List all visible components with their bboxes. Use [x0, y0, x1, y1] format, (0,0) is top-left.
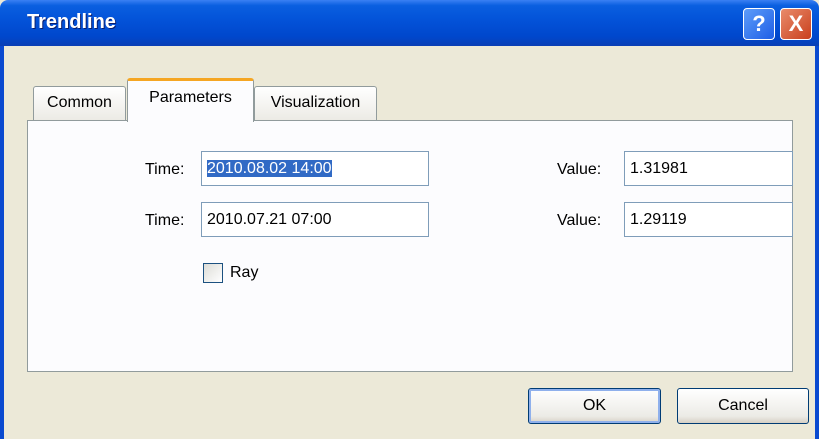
value-field-2[interactable]: 1.29119 [624, 202, 793, 237]
window-border-right [815, 46, 819, 439]
tab-visualization[interactable]: Visualization [254, 86, 377, 120]
help-button[interactable]: ? [743, 8, 775, 40]
ok-button[interactable]: OK [528, 388, 661, 424]
ray-checkbox[interactable] [203, 263, 223, 283]
time-field-1-value: 2010.08.02 14:00 [207, 160, 332, 177]
value-field-1[interactable]: 1.31981 [624, 151, 793, 186]
time-label-1: Time: [145, 161, 185, 178]
title-bar: Trendline ? X [0, 0, 819, 46]
cancel-button[interactable]: Cancel [677, 388, 809, 424]
ray-label: Ray [230, 264, 259, 281]
tab-common[interactable]: Common [33, 86, 126, 120]
value-label-1: Value: [557, 161, 602, 178]
time-field-1[interactable]: 2010.08.02 14:00 [201, 151, 429, 186]
window-title: Trendline [27, 11, 116, 33]
tab-parameters[interactable]: Parameters [127, 78, 254, 122]
window-border-left [0, 46, 4, 439]
time-field-2[interactable]: 2010.07.21 07:00 [201, 202, 429, 237]
value-label-2: Value: [557, 212, 602, 229]
time-label-2: Time: [145, 212, 185, 229]
close-button[interactable]: X [780, 8, 812, 40]
